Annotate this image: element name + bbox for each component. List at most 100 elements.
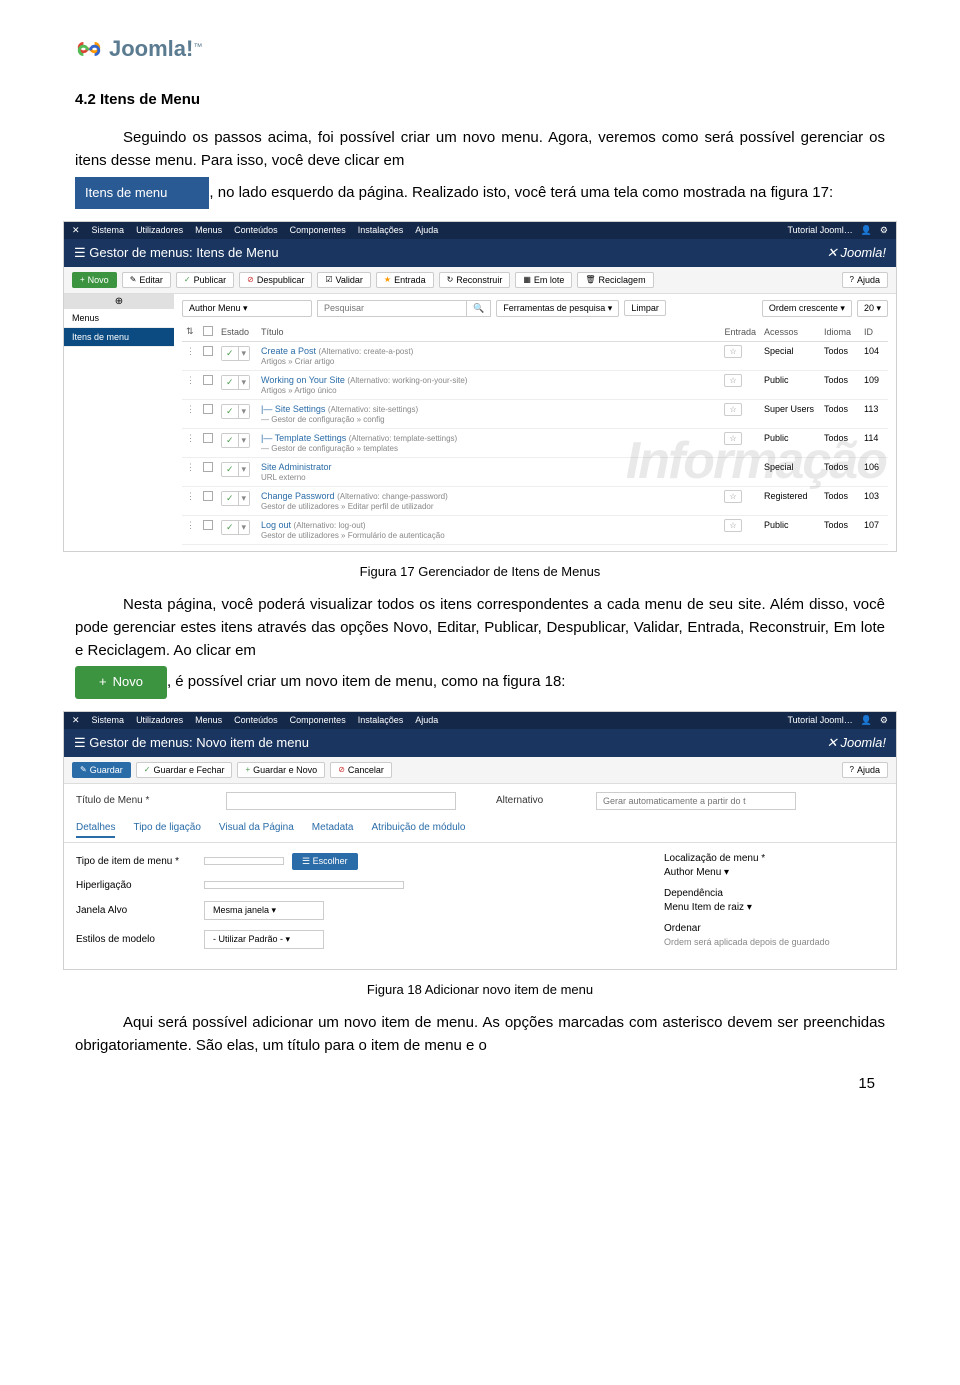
- col-titulo[interactable]: Título: [257, 323, 720, 342]
- reciclagem-button[interactable]: 🗑Reciclagem: [577, 272, 653, 288]
- menu-componentes[interactable]: Componentes: [290, 715, 346, 725]
- entrada-button[interactable]: ★Entrada: [376, 272, 434, 288]
- guardar-fechar-button[interactable]: ✓Guardar e Fechar: [136, 762, 233, 778]
- row-checkbox[interactable]: [203, 462, 213, 472]
- ajuda-button[interactable]: ?Ajuda: [842, 272, 888, 288]
- menu-ajuda[interactable]: Ajuda: [415, 225, 438, 235]
- star-button[interactable]: ☆: [724, 403, 741, 416]
- state-button[interactable]: ✓▾: [221, 404, 250, 419]
- search-input[interactable]: [317, 300, 467, 317]
- despublicar-button[interactable]: ⊘Despublicar: [239, 272, 312, 288]
- star-button[interactable]: ☆: [724, 490, 741, 503]
- gear-icon[interactable]: ⚙: [880, 715, 888, 726]
- editar-button[interactable]: ✎Editar: [122, 272, 171, 288]
- star-button[interactable]: ☆: [724, 374, 741, 387]
- menu-instalacoes[interactable]: Instalações: [358, 715, 404, 725]
- state-button[interactable]: ✓▾: [221, 346, 250, 361]
- novo-button-inline[interactable]: +Novo: [75, 666, 167, 698]
- state-button[interactable]: ✓▾: [221, 491, 250, 506]
- item-title-link[interactable]: Site Administrator: [261, 462, 332, 472]
- row-checkbox[interactable]: [203, 346, 213, 356]
- item-title-link[interactable]: Create a Post: [261, 346, 316, 356]
- drag-handle[interactable]: ⋮: [182, 341, 199, 370]
- menu-sistema[interactable]: Sistema: [92, 225, 125, 235]
- user-icon[interactable]: 👤: [861, 225, 872, 236]
- guardar-button[interactable]: ✎Guardar: [72, 762, 131, 778]
- tools-button[interactable]: Ferramentas de pesquisa ▾: [496, 300, 619, 317]
- menu-instalacoes[interactable]: Instalações: [358, 225, 404, 235]
- tab-atrib-modulo[interactable]: Atribuição de módulo: [372, 822, 466, 838]
- drag-handle[interactable]: ⋮: [182, 457, 199, 486]
- perpage-select[interactable]: 20 ▾: [857, 300, 888, 317]
- itens-de-menu-button[interactable]: Itens de menu: [75, 177, 209, 209]
- drag-handle[interactable]: ⋮: [182, 486, 199, 515]
- sidebar-item-itens-menu[interactable]: Itens de menu: [64, 328, 174, 347]
- gear-icon[interactable]: ⚙: [880, 225, 888, 236]
- menu-ajuda[interactable]: Ajuda: [415, 715, 438, 725]
- order-select[interactable]: Ordem crescente ▾: [762, 300, 852, 317]
- drag-handle[interactable]: ⋮: [182, 370, 199, 399]
- tab-visual[interactable]: Visual da Página: [219, 822, 294, 838]
- row-checkbox[interactable]: [203, 520, 213, 530]
- search-icon[interactable]: 🔍: [467, 300, 491, 317]
- publicar-button[interactable]: ✓Publicar: [176, 272, 234, 288]
- novo-button[interactable]: +Novo: [72, 272, 117, 288]
- alternativo-label: Alternativo: [496, 795, 556, 806]
- localizacao-select[interactable]: Author Menu ▾: [664, 867, 884, 878]
- escolher-button[interactable]: ☰ Escolher: [292, 853, 358, 870]
- row-checkbox[interactable]: [203, 404, 213, 414]
- drag-handle[interactable]: ⋮: [182, 399, 199, 428]
- reconstruir-button[interactable]: ↻Reconstruir: [439, 272, 511, 288]
- state-button[interactable]: ✓▾: [221, 462, 250, 477]
- row-checkbox[interactable]: [203, 433, 213, 443]
- menu-menus[interactable]: Menus: [195, 715, 222, 725]
- tab-tipo-ligacao[interactable]: Tipo de ligação: [133, 822, 200, 838]
- sidebar-collapse[interactable]: ⊕: [64, 294, 174, 309]
- col-acessos[interactable]: Acessos: [760, 323, 820, 342]
- validar-button[interactable]: ☑Validar: [317, 272, 371, 288]
- item-title-link[interactable]: Log out: [261, 520, 291, 530]
- hiperligacao-input[interactable]: [204, 881, 404, 889]
- col-idioma[interactable]: Idioma: [820, 323, 860, 342]
- menu-conteudos[interactable]: Conteúdos: [234, 715, 278, 725]
- menu-utilizadores[interactable]: Utilizadores: [136, 225, 183, 235]
- ajuda-button[interactable]: ?Ajuda: [842, 762, 888, 778]
- menu-menus[interactable]: Menus: [195, 225, 222, 235]
- drag-handle[interactable]: ⋮: [182, 428, 199, 457]
- checkall[interactable]: [203, 326, 213, 336]
- col-id[interactable]: ID: [860, 323, 888, 342]
- menu-sistema[interactable]: Sistema: [92, 715, 125, 725]
- titulo-input[interactable]: [226, 792, 456, 810]
- alternativo-input[interactable]: [596, 792, 796, 810]
- star-button[interactable]: ☆: [724, 519, 741, 532]
- row-checkbox[interactable]: [203, 491, 213, 501]
- drag-handle[interactable]: ⋮: [182, 515, 199, 544]
- janela-select[interactable]: Mesma janela ▾: [204, 901, 324, 920]
- cancelar-button[interactable]: ⊘Cancelar: [330, 762, 392, 778]
- col-entrada[interactable]: Entrada: [720, 323, 760, 342]
- tab-metadata[interactable]: Metadata: [312, 822, 354, 838]
- menu-utilizadores[interactable]: Utilizadores: [136, 715, 183, 725]
- item-title-link[interactable]: |— Template Settings: [261, 433, 346, 443]
- menu-conteudos[interactable]: Conteúdos: [234, 225, 278, 235]
- row-checkbox[interactable]: [203, 375, 213, 385]
- user-icon[interactable]: 👤: [861, 715, 872, 726]
- dependencia-select[interactable]: Menu Item de raiz ▾: [664, 902, 884, 913]
- item-title-link[interactable]: Working on Your Site: [261, 375, 345, 385]
- emlote-button[interactable]: ▦Em lote: [515, 272, 572, 288]
- limpar-button[interactable]: Limpar: [624, 300, 666, 316]
- star-button[interactable]: ☆: [724, 432, 741, 445]
- item-title-link[interactable]: Change Password: [261, 491, 335, 501]
- estilo-select[interactable]: - Utilizar Padrão - ▾: [204, 930, 324, 949]
- guardar-novo-button[interactable]: +Guardar e Novo: [237, 762, 325, 778]
- star-button[interactable]: ☆: [724, 345, 741, 358]
- state-button[interactable]: ✓▾: [221, 520, 250, 535]
- state-button[interactable]: ✓▾: [221, 375, 250, 390]
- state-button[interactable]: ✓▾: [221, 433, 250, 448]
- tab-detalhes[interactable]: Detalhes: [76, 822, 115, 838]
- menu-filter-select[interactable]: Author Menu ▾: [182, 300, 312, 317]
- menu-componentes[interactable]: Componentes: [290, 225, 346, 235]
- sidebar-item-menus[interactable]: Menus: [64, 309, 174, 328]
- col-estado[interactable]: Estado: [217, 323, 257, 342]
- item-title-link[interactable]: |— Site Settings: [261, 404, 325, 414]
